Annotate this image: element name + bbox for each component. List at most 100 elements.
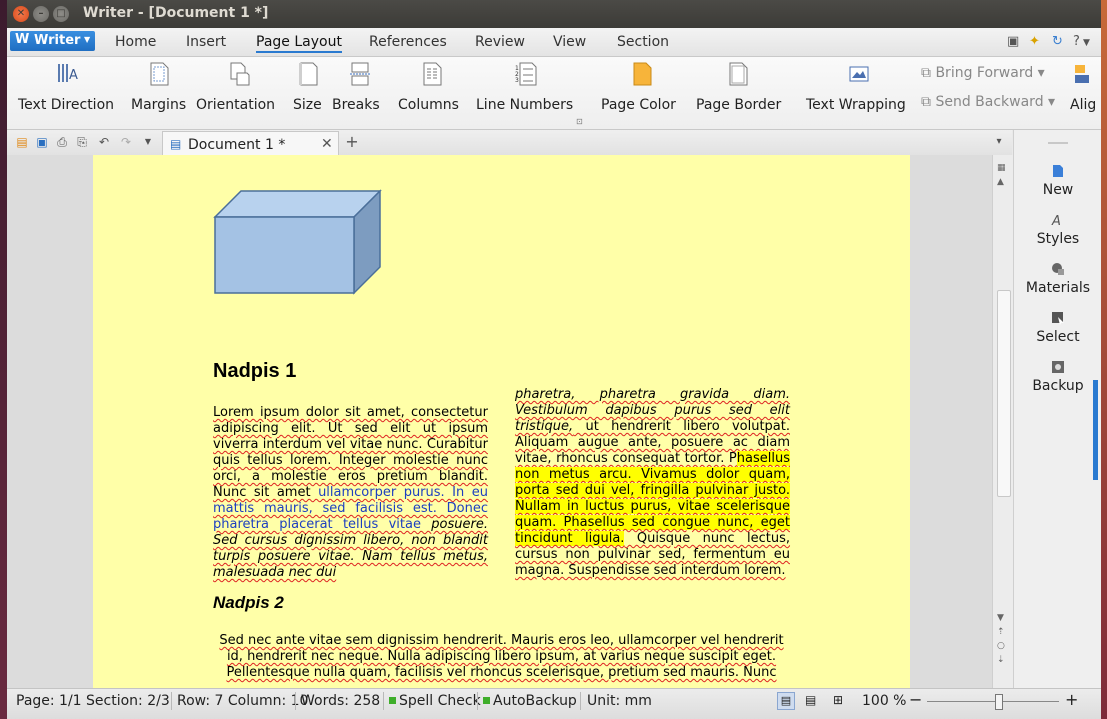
column-2-text[interactable]: pharetra, pharetra gravida diam. Vestibu… bbox=[515, 387, 790, 579]
side-materials-button[interactable]: Materials bbox=[1014, 262, 1101, 296]
page-color-icon bbox=[633, 62, 652, 86]
heading-2: Nadpis 2 bbox=[213, 593, 284, 612]
side-panel-collapse-handle[interactable] bbox=[1093, 380, 1098, 480]
text-direction-label: Text Direction bbox=[18, 97, 115, 113]
send-backward-icon: ⧉ bbox=[921, 94, 931, 110]
tab-home[interactable]: Home bbox=[115, 34, 156, 50]
size-button[interactable]: Size bbox=[293, 61, 322, 113]
scroll-up-icon[interactable]: ▲ bbox=[997, 177, 1004, 187]
cube-shape[interactable] bbox=[213, 189, 383, 299]
status-word-count[interactable]: Words: 258 bbox=[301, 693, 380, 709]
shirt-icon[interactable]: ✦ bbox=[1029, 34, 1040, 49]
print-icon[interactable]: ⎙ bbox=[55, 135, 69, 149]
spell-check-indicator-icon bbox=[389, 697, 396, 704]
document-page[interactable]: Nadpis 1 Lorem ipsum dolor sit amet, con… bbox=[93, 155, 910, 688]
columns-button[interactable]: Columns bbox=[398, 61, 459, 113]
page-border-button[interactable]: Page Border bbox=[696, 61, 781, 113]
zoom-slider-track[interactable] bbox=[927, 701, 1059, 702]
tab-list-icon[interactable]: ▾ bbox=[992, 135, 1006, 149]
close-tab-icon[interactable]: ✕ bbox=[321, 136, 333, 152]
tab-document-1[interactable]: ▤ Document 1 * ✕ bbox=[162, 131, 339, 156]
orientation-icon bbox=[230, 62, 250, 86]
open-folder-icon[interactable]: ▤ bbox=[15, 135, 29, 149]
column-1-text[interactable]: Lorem ipsum dolor sit amet, consectetur … bbox=[213, 405, 488, 581]
zoom-in-icon[interactable]: + bbox=[1065, 690, 1078, 709]
breaks-button[interactable]: Breaks bbox=[332, 61, 380, 113]
app-window: ✕ – □ Writer - [Document 1 *] W Writer ▼… bbox=[7, 0, 1101, 719]
help-button[interactable]: ? bbox=[1073, 34, 1080, 49]
help-dropdown-icon[interactable]: ▼ bbox=[1083, 38, 1090, 48]
side-backup-button[interactable]: Backup bbox=[1014, 360, 1101, 394]
side-styles-button[interactable]: A Styles bbox=[1014, 213, 1101, 247]
text-wrapping-button[interactable]: Text Wrapping bbox=[806, 61, 906, 113]
zoom-slider-thumb[interactable] bbox=[995, 694, 1004, 710]
side-materials-label: Materials bbox=[1025, 280, 1091, 296]
status-unit[interactable]: Unit: mm bbox=[587, 693, 652, 709]
autobackup-label: AutoBackup bbox=[493, 693, 577, 709]
tab-view[interactable]: View bbox=[553, 34, 586, 50]
skin-icon[interactable]: ▣ bbox=[1007, 34, 1019, 49]
tab-review[interactable]: Review bbox=[475, 34, 525, 50]
sync-icon[interactable]: ↻ bbox=[1052, 34, 1063, 49]
scroll-thumb[interactable] bbox=[997, 290, 1011, 497]
tab-insert[interactable]: Insert bbox=[186, 34, 226, 50]
tab-section[interactable]: Section bbox=[617, 34, 669, 50]
next-page-icon[interactable]: ⇣ bbox=[997, 655, 1005, 665]
minimize-window-button[interactable]: – bbox=[33, 6, 49, 22]
select-browse-icon[interactable]: ○ bbox=[997, 641, 1005, 651]
margins-icon bbox=[150, 62, 169, 86]
print-layout-view-icon[interactable]: ▤ bbox=[777, 692, 795, 710]
prev-page-icon[interactable]: ⇡ bbox=[997, 627, 1005, 637]
title-bar: ✕ – □ Writer - [Document 1 *] bbox=[7, 0, 1101, 28]
bring-forward-button[interactable]: ⧉ Bring Forward ▾ bbox=[921, 65, 1045, 81]
align-button[interactable]: Alig bbox=[1070, 61, 1096, 113]
side-new-button[interactable]: New bbox=[1014, 164, 1101, 198]
columns-icon bbox=[423, 62, 442, 86]
status-divider bbox=[477, 692, 478, 710]
print-preview-icon[interactable]: ⎘ bbox=[75, 135, 89, 149]
writer-app-button[interactable]: W Writer ▼ bbox=[10, 31, 95, 51]
send-backward-button[interactable]: ⧉ Send Backward ▾ bbox=[921, 94, 1055, 110]
vertical-scrollbar[interactable]: ▦ ▲ ▼ ⇡ ○ ⇣ bbox=[992, 155, 1013, 688]
doc-tab-title: Document 1 * bbox=[188, 137, 286, 153]
text-wrapping-icon bbox=[849, 66, 869, 82]
status-page-section[interactable]: Page: 1/1 Section: 2/3 bbox=[16, 693, 170, 709]
side-backup-label: Backup bbox=[1032, 378, 1084, 394]
orientation-button[interactable]: Orientation bbox=[196, 61, 275, 113]
writer-logo-icon: W bbox=[15, 32, 30, 47]
side-new-label: New bbox=[1042, 182, 1074, 198]
close-window-button[interactable]: ✕ bbox=[13, 6, 29, 22]
tab-page-layout[interactable]: Page Layout bbox=[256, 34, 342, 53]
save-icon[interactable]: ▣ bbox=[35, 135, 49, 149]
breaks-icon bbox=[350, 62, 370, 86]
scroll-down-icon[interactable]: ▼ bbox=[997, 613, 1004, 623]
web-layout-view-icon[interactable]: ▤ bbox=[805, 693, 816, 707]
margins-button[interactable]: Margins bbox=[131, 61, 186, 113]
side-select-button[interactable]: Select bbox=[1014, 311, 1101, 345]
svg-text:A: A bbox=[69, 68, 78, 83]
bring-forward-icon: ⧉ bbox=[921, 65, 931, 81]
customize-dropdown-icon[interactable]: ▼ bbox=[141, 135, 155, 149]
outline-view-icon[interactable]: ⊞ bbox=[833, 693, 843, 707]
line-numbers-button[interactable]: 123 Line Numbers bbox=[476, 61, 573, 113]
maximize-window-button[interactable]: □ bbox=[53, 6, 69, 22]
text-direction-button[interactable]: A Text Direction bbox=[18, 61, 114, 113]
zoom-out-icon[interactable]: − bbox=[909, 690, 922, 709]
tab-references[interactable]: References bbox=[369, 34, 447, 50]
redo-icon[interactable]: ↷ bbox=[119, 135, 133, 149]
centered-paragraph[interactable]: Sed nec ante vitae sem dignissim hendrer… bbox=[213, 633, 790, 681]
side-select-label: Select bbox=[1036, 329, 1080, 345]
page-color-button[interactable]: Page Color bbox=[601, 61, 676, 113]
svg-text:3: 3 bbox=[515, 77, 519, 84]
status-spell-check[interactable]: Spell Check bbox=[389, 693, 481, 709]
columns-label: Columns bbox=[398, 97, 459, 113]
spell-check-label: Spell Check bbox=[399, 693, 481, 709]
align-label: Alig bbox=[1070, 97, 1097, 113]
ribbon-launcher-icon[interactable]: ⊡ bbox=[576, 117, 583, 126]
new-tab-icon[interactable]: + bbox=[345, 134, 359, 150]
zoom-percentage[interactable]: 100 % bbox=[862, 693, 906, 709]
status-autobackup[interactable]: AutoBackup bbox=[483, 693, 577, 709]
styles-icon: A bbox=[1051, 214, 1061, 227]
ruler-toggle-icon[interactable]: ▦ bbox=[997, 163, 1006, 173]
undo-icon[interactable]: ↶ bbox=[97, 135, 111, 149]
